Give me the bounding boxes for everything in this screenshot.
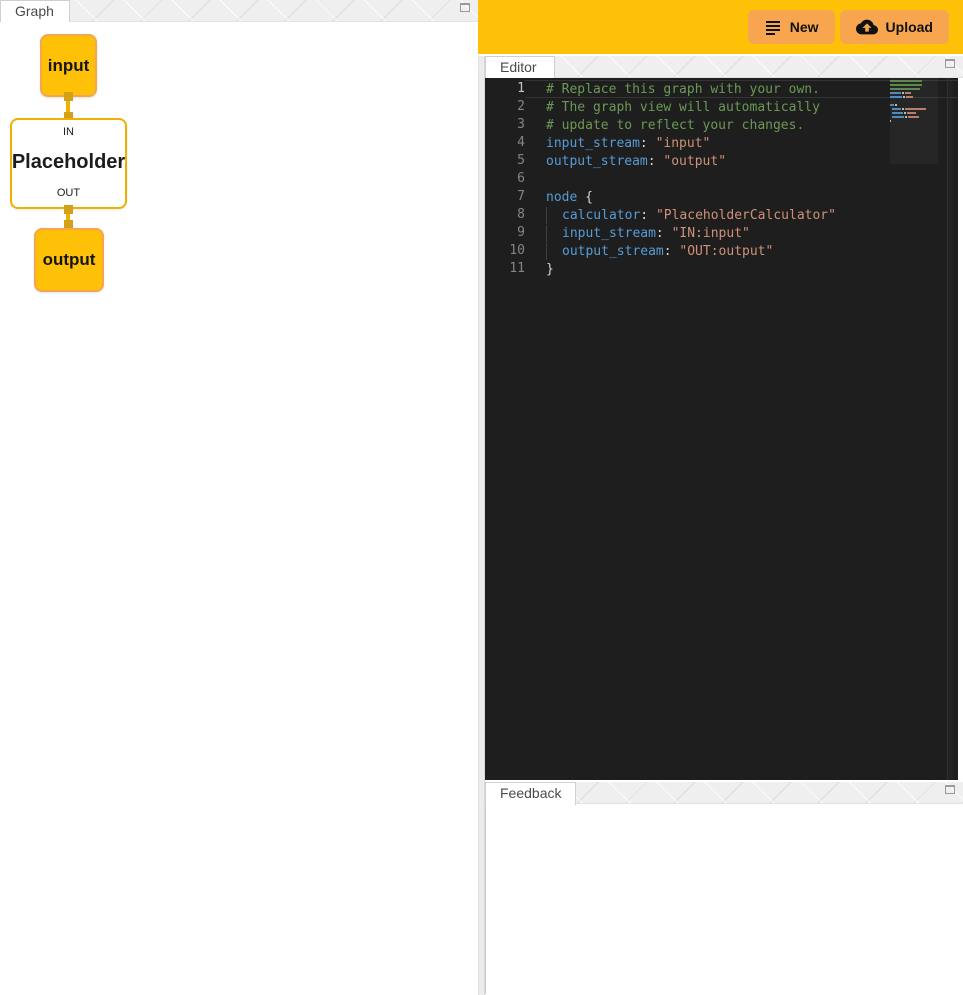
minimap[interactable] [890, 80, 930, 124]
graph-node-output[interactable]: output [34, 228, 104, 292]
line-number: 1 [485, 80, 525, 98]
in-port-label: IN [63, 120, 74, 138]
indent-guide [546, 225, 562, 242]
calculator-node-label: Placeholder [12, 151, 125, 174]
maximize-icon [460, 3, 470, 12]
code-line: 9input_stream: "IN:input" [485, 224, 958, 242]
panel-splitter[interactable] [478, 56, 485, 995]
code-line: 11} [485, 260, 958, 278]
indent-guide [546, 207, 562, 224]
feedback-panel: Feedback [485, 782, 963, 995]
code-line: 7node { [485, 188, 958, 206]
code-line: 1# Replace this graph with your own. [485, 80, 958, 98]
feedback-maximize-button[interactable] [945, 785, 956, 795]
code-line: 8calculator: "PlaceholderCalculator" [485, 206, 958, 224]
line-number: 2 [485, 98, 525, 116]
graph-maximize-button[interactable] [460, 3, 471, 13]
new-button[interactable]: New [748, 10, 835, 44]
line-number: 11 [485, 260, 525, 278]
graph-node-placeholder-calculator[interactable]: IN Placeholder OUT [10, 118, 127, 209]
upload-button-label: Upload [886, 19, 933, 35]
line-number: 8 [485, 206, 525, 224]
maximize-icon [945, 59, 955, 68]
upload-button[interactable]: Upload [840, 10, 949, 44]
tab-feedback[interactable]: Feedback [485, 782, 576, 805]
code-line: 10output_stream: "OUT:output" [485, 242, 958, 260]
graph-tabstrip: Graph [0, 0, 478, 22]
indent-guide [546, 243, 562, 260]
maximize-icon [945, 785, 955, 794]
tab-editor[interactable]: Editor [485, 56, 555, 79]
line-number: 9 [485, 224, 525, 242]
editor-scrollbar[interactable] [947, 78, 953, 780]
line-number: 7 [485, 188, 525, 206]
line-number: 4 [485, 134, 525, 152]
line-number: 3 [485, 116, 525, 134]
editor-panel: Editor 1# Replace this graph with your o… [485, 56, 963, 780]
connector-square [64, 205, 73, 214]
code-line: 3# update to reflect your changes. [485, 116, 958, 134]
new-graph-icon [764, 18, 782, 36]
code-line: 2# The graph view will automatically [485, 98, 958, 116]
feedback-tabstrip: Feedback [485, 782, 963, 804]
editor-tabstrip: Editor [485, 56, 963, 78]
line-number: 6 [485, 170, 525, 188]
header-actions: New Upload [748, 10, 949, 44]
code-lines[interactable]: 1# Replace this graph with your own.2# T… [485, 78, 958, 780]
new-button-label: New [790, 19, 819, 35]
code-line: 5output_stream: "output" [485, 152, 958, 170]
graph-node-input[interactable]: input [40, 34, 97, 97]
input-node-label: input [48, 56, 90, 76]
cloud-upload-icon [856, 16, 878, 38]
code-editor[interactable]: 1# Replace this graph with your own.2# T… [485, 78, 958, 780]
line-number: 5 [485, 152, 525, 170]
tab-graph[interactable]: Graph [0, 0, 70, 23]
connector-square [64, 92, 73, 101]
code-line: 6 [485, 170, 958, 188]
code-line: 4input_stream: "input" [485, 134, 958, 152]
editor-maximize-button[interactable] [945, 59, 956, 69]
output-node-label: output [43, 250, 96, 270]
feedback-content [485, 804, 963, 994]
graph-canvas[interactable]: input IN Placeholder OUT output [0, 22, 478, 939]
out-port-label: OUT [57, 187, 80, 207]
graph-panel: Graph input IN Placeholder OUT output [0, 0, 478, 939]
line-number: 10 [485, 242, 525, 260]
